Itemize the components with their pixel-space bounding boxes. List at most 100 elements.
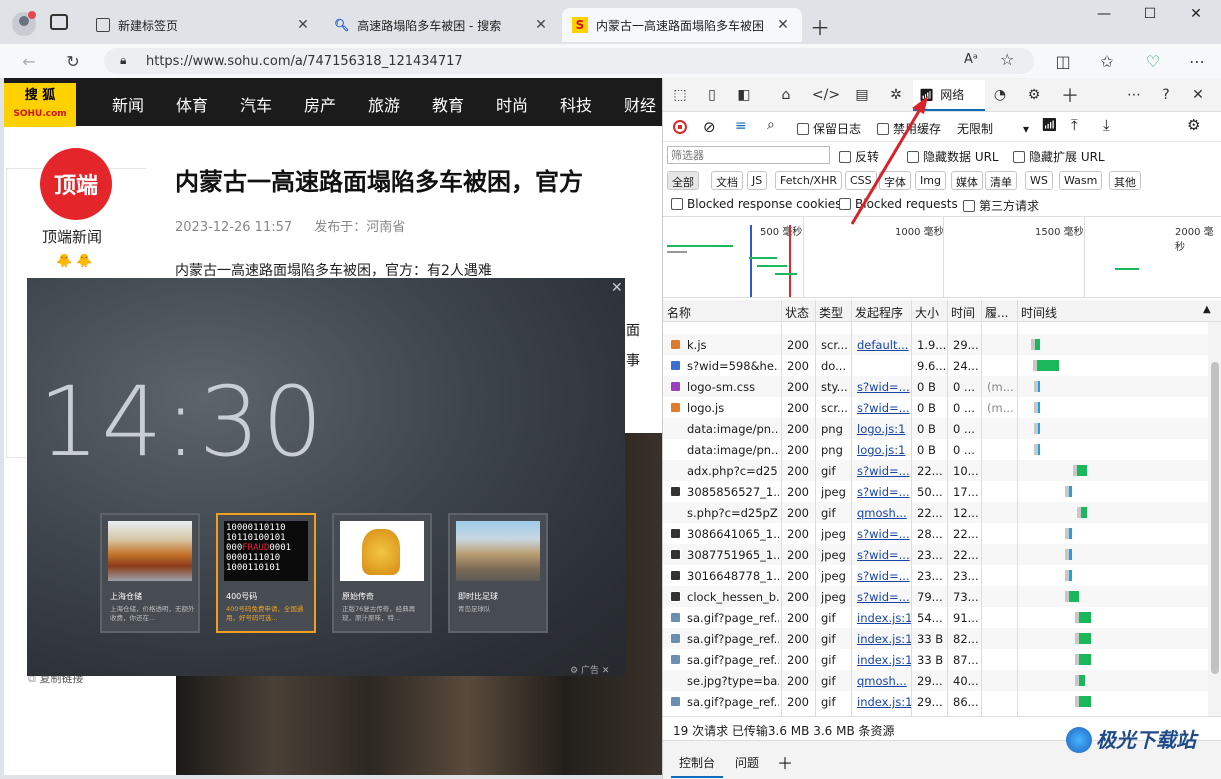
cell-init[interactable]: index.js:1 [857,653,911,667]
elements-icon[interactable]: </> [812,85,840,105]
column-header[interactable]: 类型 [819,304,843,321]
table-row[interactable]: se.jpg?type=ba... 200 gif qmosh... 29... 40..… [663,670,1208,691]
address-input[interactable]: 🔒︎ https://www.sohu.com/a/747156318_1214… [104,48,1034,74]
sohu-nav-item[interactable]: 时尚 [496,92,528,116]
cell-init[interactable]: s?wid=... [857,485,911,499]
dock-side-icon[interactable]: ◧ [733,85,755,105]
type-filter-chip[interactable]: Wasm [1059,171,1103,190]
blocked-cookies-checkbox[interactable]: Blocked response cookies [671,197,841,211]
new-tab-plus-icon[interactable]: ＋ [810,12,830,41]
window-close-icon[interactable]: ✕ [1176,6,1216,30]
type-filter-chip[interactable]: WS [1025,171,1053,190]
table-row[interactable]: k.js 200 scr... default... 1.9... 29... [663,334,1208,355]
cell-init[interactable]: s?wid=... [857,527,911,541]
column-divider[interactable] [851,300,852,716]
author-avatar[interactable]: 顶端 [40,148,112,220]
device-emulation-icon[interactable]: ▯ [701,85,723,105]
filter-icon[interactable]: ≡ [735,118,747,134]
sohu-nav-item[interactable]: 财经 [624,92,656,116]
table-row[interactable]: s?wid=598&he... 200 do... 9.6... 24... [663,355,1208,376]
ad-card-legend[interactable]: 原始传奇 正版76复古传奇，经典再现，原汁原味，特... [332,513,432,633]
column-divider[interactable] [981,300,982,716]
ad-card-400[interactable]: 10000110110 10110100101 000FRAUD0001 000011… [216,513,316,633]
lock-icon[interactable]: 🔒︎ [120,53,126,68]
sohu-nav-item[interactable]: 新闻 [112,92,144,116]
network-overview[interactable]: 500 毫秒 1000 毫秒 1500 毫秒 2000 毫秒 [663,216,1221,298]
type-filter-chip[interactable]: 媒体 [951,171,983,190]
type-filter-chip[interactable]: 清单 [985,171,1017,190]
close-tab-icon[interactable]: ✕ [294,17,312,33]
cell-init[interactable]: index.js:1 [857,611,911,625]
column-divider[interactable] [911,300,912,716]
close-tab-icon[interactable]: ✕ [774,17,792,33]
cell-init[interactable]: s?wid=... [857,401,911,415]
refresh-icon[interactable]: ↻ [60,49,86,73]
cell-init[interactable]: index.js:1 [857,695,911,709]
sohu-nav-item[interactable]: 汽车 [240,92,272,116]
minimize-icon[interactable]: — [1084,6,1124,30]
cell-init[interactable]: s?wid=... [857,548,911,562]
column-header[interactable]: 名称 [667,304,691,321]
table-row[interactable]: adx.php?c=d25... 200 gif s?wid=... 22... 10..… [663,460,1208,481]
table-row[interactable]: sa.gif?page_ref... 200 gif index.js:1 29... 8… [663,691,1208,712]
column-header[interactable]: 大小 [915,304,939,321]
help-icon[interactable]: ? [1155,85,1177,105]
tab-search[interactable]: 🔍︎ 高速路塌陷多车被困 - 搜索 ✕ [324,8,560,42]
cell-init[interactable]: qmosh... [857,674,911,688]
tab-issues[interactable]: 问题 [735,754,759,771]
network-settings-icon[interactable]: ⚙ [1187,116,1200,134]
clear-icon[interactable]: ⊘ [703,118,716,136]
import-har-icon[interactable]: ⤒ [1071,116,1078,134]
more-tools-plus-icon[interactable]: ＋ [1059,85,1081,107]
close-tab-icon[interactable]: ✕ [532,17,550,33]
requests-scrollbar[interactable] [1208,322,1221,716]
cell-init[interactable]: logo.js:1 [857,422,911,436]
maximize-icon[interactable]: ☐ [1130,6,1170,30]
split-screen-icon[interactable]: ◫ [1050,49,1076,73]
tab-new-tab[interactable]: 新建标签页 ✕ [86,8,322,42]
table-row[interactable]: 3016648778_1... 200 jpeg s?wid=... 23... 23..… [663,565,1208,586]
table-row[interactable]: sa.gif?page_ref... 200 gif index.js:1 54... 9… [663,607,1208,628]
inspect-element-icon[interactable]: ⬚ [669,85,691,105]
column-divider[interactable] [781,300,782,716]
column-header[interactable]: 发起程序 [855,304,903,321]
column-header[interactable]: 履... [985,304,1008,321]
cell-init[interactable]: logo.js:1 [857,443,911,457]
table-row[interactable]: logo-sm.css 200 sty... s?wid=... 0 B 0 ... (m.… [663,376,1208,397]
profile-avatar-icon[interactable] [12,11,36,36]
cell-init[interactable]: default... [857,338,911,352]
column-divider[interactable] [1017,300,1018,716]
sohu-nav-item[interactable]: 科技 [560,92,592,116]
favorites-icon[interactable]: ✩ [1094,49,1120,73]
sort-up-icon[interactable]: ▲ [1203,304,1211,315]
cell-init[interactable]: index.js:1 [857,632,911,646]
close-devtools-icon[interactable]: ✕ [1187,85,1209,105]
tab-sohu-article[interactable]: S 内蒙古一高速路面塌陷多车被困 ✕ [562,8,802,42]
column-divider[interactable] [947,300,948,716]
table-row[interactable]: data:image/pn... 200 png logo.js:1 0 B 0 ... [663,439,1208,460]
third-party-checkbox[interactable]: 第三方请求 [963,197,1039,214]
export-har-icon[interactable]: ⤓ [1103,116,1110,134]
table-row[interactable]: 3087751965_1... 200 jpeg s?wid=... 23... 22..… [663,544,1208,565]
sohu-nav-item[interactable]: 房产 [304,92,336,116]
table-row[interactable]: logo.js 200 scr... s?wid=... 0 B 0 ... (m... [663,397,1208,418]
favorite-star-icon[interactable]: ☆ [1000,50,1014,69]
search-icon[interactable]: ⌕ [767,117,775,133]
more-menu-icon[interactable]: ⋯ [1184,49,1210,73]
table-row[interactable]: s.php?c=d25pZ... 200 gif qmosh... 22... 12... [663,502,1208,523]
performance-icon[interactable]: ◔ [989,85,1011,105]
column-header[interactable]: 状态 [785,304,809,321]
table-row[interactable]: 3085856527_1... 200 jpeg s?wid=... 50... 17..… [663,481,1208,502]
sohu-nav-item[interactable]: 教育 [432,92,464,116]
tab-actions-icon[interactable] [50,14,68,30]
cell-init[interactable]: s?wid=... [857,590,911,604]
table-row[interactable]: clock_hessen_b... 200 jpeg s?wid=... 79... 73… [663,586,1208,607]
welcome-home-icon[interactable]: ⌂ [775,85,797,105]
table-row[interactable]: 3086641065_1... 200 jpeg s?wid=... 28... 22..… [663,523,1208,544]
ad-card-storage[interactable]: 上海仓储 上海仓储，价格透明，无额外收费，你还在... [100,513,200,633]
column-header[interactable]: 时间线 [1021,304,1057,321]
type-filter-chip[interactable]: Fetch/XHR [775,171,842,190]
read-aloud-icon[interactable]: Aᵃ [964,52,978,67]
table-row[interactable]: data:image/pn... 200 png logo.js:1 0 B 0 ... [663,418,1208,439]
type-filter-chip[interactable]: 文档 [711,171,743,190]
